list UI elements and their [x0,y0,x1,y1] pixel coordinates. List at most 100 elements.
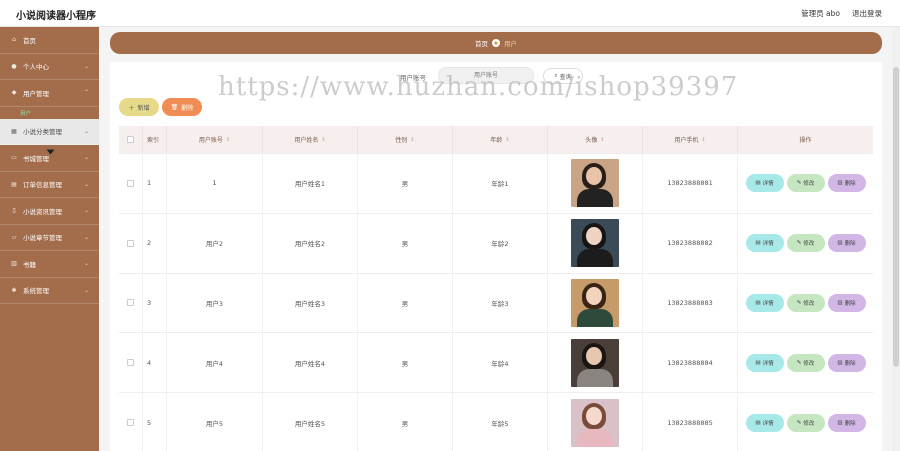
sidebar-item-home[interactable]: ⌂ 首页 [0,27,99,54]
edit-button[interactable]: ✎ 修改 [786,413,825,432]
sidebar-item-system-management[interactable]: ✱ 系统管理 ⌄ [0,278,99,304]
row-checkbox[interactable] [127,299,134,307]
sidebar-item-books[interactable]: ▥ 书籍 ⌄ [0,251,99,278]
sort-icon[interactable]: ⇕ [701,137,705,143]
avatar[interactable] [571,338,619,387]
remove-button[interactable]: ▥ 删除 [827,353,866,372]
edit-button[interactable]: ✎ 修改 [786,174,825,193]
logout-link[interactable]: 退出登录 [852,8,882,19]
cell-avatar [548,213,643,273]
row-checkbox[interactable] [127,239,134,247]
table-row: 5 用户5 用户姓名5 男 年龄5 13823888885 ▤ 详情 ✎ 修改 ▥ 删… [119,393,873,451]
table-row: 1 1 用户姓名1 男 年龄1 13823888881 ▤ 详情 ✎ 修改 ▥ 删除 [119,154,873,214]
sidebar-item-category-management[interactable]: ▦ 小说分类管理 ⌄ [0,118,99,145]
table-row: 2 用户2 用户姓名2 男 年龄2 13823888882 ▤ 详情 ✎ 修改 ▥ 删… [119,213,873,274]
remove-button[interactable]: ▥ 删除 [827,234,866,253]
edit-icon: ✎ [796,419,802,426]
sort-icon[interactable]: ⇕ [410,137,414,143]
cell-age: 年龄1 [453,154,548,213]
row-select-cell [119,213,143,273]
chevron-down-icon: ⌄ [83,260,89,268]
sort-icon[interactable]: ⇕ [600,137,604,143]
header-label: 用户手机 [674,137,699,144]
trash-icon: ▥ [837,299,843,306]
header-label: 用户账号 [198,137,223,144]
breadcrumb-home[interactable]: 首页 [475,38,488,48]
edit-button[interactable]: ✎ 修改 [786,353,825,372]
sidebar-item-profile[interactable]: ● 个人中心 ⌄ [0,54,99,80]
detail-button[interactable]: ▤ 详情 [745,293,784,312]
watermark-text: https://www.huzhan.com/ishop39397 [218,72,739,102]
cell-name: 用户姓名2 [263,213,358,273]
header-age[interactable]: 年龄 ⇕ [453,126,548,153]
select-all-checkbox[interactable] [127,136,134,143]
page-scrollbar[interactable] [892,27,900,451]
header-phone[interactable]: 用户手机 ⇕ [643,126,738,153]
sidebar-item-chapter-management[interactable]: ▱ 小说章节管理 ⌄ [0,225,99,251]
avatar[interactable] [571,398,619,447]
sidebar-item-label: 用户管理 [23,89,49,98]
batch-delete-button[interactable]: 🗑 删除 [162,98,202,116]
add-button[interactable]: ＋ 新增 [119,98,159,116]
store-icon: ▭ [11,154,17,162]
delete-button-label: 删除 [181,104,194,112]
detail-icon: ▤ [755,359,761,366]
order-icon: ▤ [11,180,17,188]
detail-button[interactable]: ▤ 详情 [745,413,784,432]
remove-button[interactable]: ▥ 删除 [827,293,866,312]
trash-icon: ▥ [837,180,843,187]
sidebar-item-news-management[interactable]: ▯ 小说资讯管理 ⌄ [0,198,99,225]
row-checkbox[interactable] [127,179,134,187]
sidebar-item-label: 书籍 [23,260,36,269]
detail-icon: ▤ [755,240,761,247]
plus-icon: ＋ [128,104,135,112]
table-row: 3 用户3 用户姓名3 男 年龄3 13823888883 ▤ 详情 ✎ 修改 ▥ 删… [119,273,873,334]
header-account[interactable]: 用户账号 ⇕ [167,126,263,153]
edit-button[interactable]: ✎ 修改 [786,293,825,312]
detail-label: 详情 [762,360,774,367]
sidebar-item-label: 小说分类管理 [23,128,62,137]
row-checkbox[interactable] [127,359,134,367]
detail-button[interactable]: ▤ 详情 [745,353,784,372]
book-icon: ▥ [11,260,17,268]
header-avatar[interactable]: 头像 ⇕ [548,126,643,153]
header-gender[interactable]: 性别 ⇕ [358,126,453,153]
detail-button[interactable]: ▤ 详情 [745,174,784,193]
admin-label[interactable]: 管理员 abo [801,8,840,19]
edit-icon: ✎ [796,359,802,366]
sort-icon[interactable]: ⇕ [226,137,230,143]
trash-icon: 🗑 [170,103,179,111]
breadcrumb: 首页 ★ 用户 [110,32,882,54]
news-icon: ▯ [12,207,16,215]
row-select-cell [119,273,143,333]
sort-icon[interactable]: ⇕ [321,137,325,143]
trash-icon: ▥ [837,419,843,426]
sidebar-item-user-management[interactable]: ◆ 用户管理 ⌃ [0,80,99,107]
sidebar-item-label: 书城管理 [23,154,49,163]
cell-age: 年龄5 [453,393,548,451]
chevron-down-icon: ⌄ [83,154,89,162]
cell-phone: 13823888882 [643,213,738,273]
scrollbar-thumb[interactable] [893,67,899,367]
avatar[interactable] [571,159,619,208]
header-label: 年龄 [490,137,503,144]
row-checkbox[interactable] [127,419,134,427]
remove-button[interactable]: ▥ 删除 [827,174,866,193]
sort-icon[interactable]: ⇕ [505,137,509,143]
remove-label: 删除 [844,241,856,248]
sidebar-subitem-user[interactable]: 用户 [0,107,99,119]
main-content: 用户账号 ⌕ 查询 ＋ 新增 🗑 删除 索引 用户账号⇕ 用户姓名⇕ 性别⇕ 年… [110,62,882,451]
edit-button[interactable]: ✎ 修改 [786,234,825,253]
avatar[interactable] [571,278,619,327]
avatar[interactable] [571,219,619,268]
sidebar-item-order-management[interactable]: ▤ 订单信息管理 ⌄ [0,172,99,198]
edit-label: 修改 [803,420,815,427]
detail-button[interactable]: ▤ 详情 [745,234,784,253]
cell-age: 年龄3 [453,273,548,333]
cell-actions: ▤ 详情 ✎ 修改 ▥ 删除 [738,393,873,451]
header-name[interactable]: 用户姓名 ⇕ [263,126,358,153]
remove-button[interactable]: ▥ 删除 [827,413,866,432]
cell-actions: ▤ 详情 ✎ 修改 ▥ 删除 [738,154,873,213]
star-icon: ★ [492,39,500,47]
app-title: 小说阅读器小程序 [16,11,96,22]
